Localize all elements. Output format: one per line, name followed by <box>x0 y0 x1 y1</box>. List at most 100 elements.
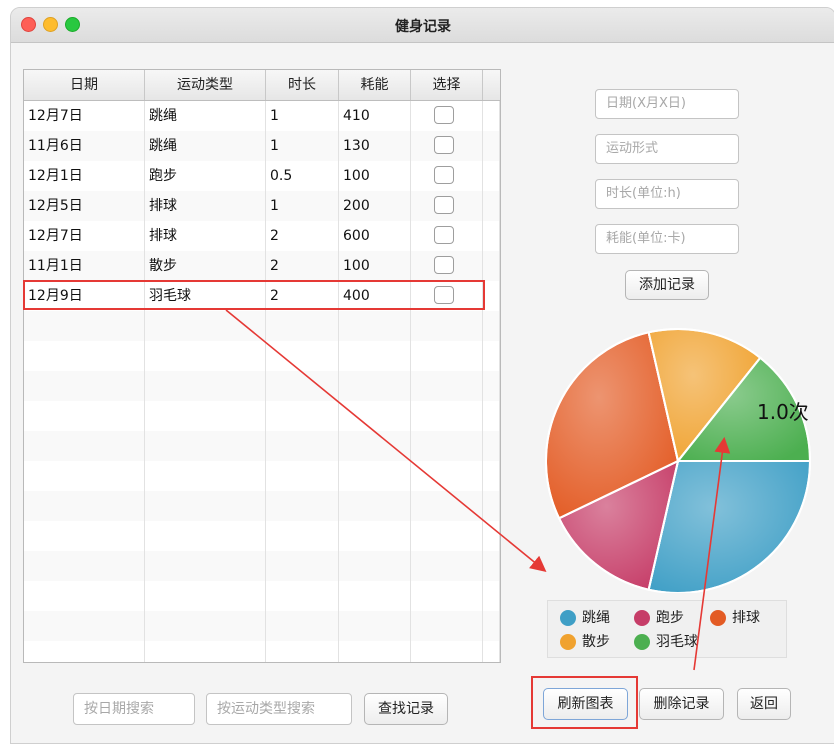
legend-label: 散步 <box>582 634 610 650</box>
cell-empty <box>24 311 145 341</box>
duration-input[interactable]: 时长(单位:h) <box>595 179 739 209</box>
cell-date: 12月5日 <box>24 191 145 221</box>
cell-empty <box>266 341 339 371</box>
cell-type: 散步 <box>145 251 266 281</box>
cell-empty <box>266 491 339 521</box>
cell-empty <box>266 401 339 431</box>
date-input[interactable]: 日期(X月X日) <box>595 89 739 119</box>
legend-label: 跑步 <box>656 610 684 626</box>
cell-empty <box>483 611 500 641</box>
cell-empty <box>411 401 483 431</box>
cell-empty <box>339 371 411 401</box>
table-row[interactable]: 11月1日 散步 2 100 <box>24 251 500 281</box>
chart-legend: 跳绳 跑步 排球 散步 羽毛球 <box>547 600 787 658</box>
row-select-checkbox[interactable] <box>434 136 454 154</box>
cell-empty <box>411 641 483 662</box>
cell-energy: 100 <box>339 161 411 191</box>
header-energy[interactable]: 耗能 <box>339 70 411 100</box>
cell-empty <box>145 461 266 491</box>
cell-empty <box>483 491 500 521</box>
legend-color-dot <box>560 610 576 626</box>
cell-empty <box>145 581 266 611</box>
cell-empty <box>266 461 339 491</box>
empty-table-row <box>24 311 500 341</box>
empty-table-row <box>24 611 500 641</box>
cell-empty <box>145 491 266 521</box>
cell-empty <box>24 581 145 611</box>
cell-empty <box>24 401 145 431</box>
find-record-button[interactable]: 查找记录 <box>364 693 448 725</box>
cell-duration: 1 <box>266 101 339 131</box>
cell-empty <box>411 371 483 401</box>
row-select-checkbox[interactable] <box>434 166 454 184</box>
cell-filler <box>483 131 500 161</box>
header-select[interactable]: 选择 <box>411 70 483 100</box>
cell-energy: 600 <box>339 221 411 251</box>
header-duration[interactable]: 时长 <box>266 70 339 100</box>
cell-empty <box>411 551 483 581</box>
row-select-checkbox[interactable] <box>434 226 454 244</box>
cell-empty <box>339 461 411 491</box>
cell-empty <box>483 641 500 662</box>
cell-empty <box>411 461 483 491</box>
cell-empty <box>483 521 500 551</box>
row-select-checkbox[interactable] <box>434 196 454 214</box>
slice-data-label: 1.0次 <box>757 400 809 424</box>
cell-empty <box>411 611 483 641</box>
table-row[interactable]: 12月1日 跑步 0.5 100 <box>24 161 500 191</box>
empty-table-row <box>24 521 500 551</box>
cell-empty <box>339 311 411 341</box>
table-row[interactable]: 11月6日 跳绳 1 130 <box>24 131 500 161</box>
app-window: 健身记录 日期 运动类型 时长 耗能 选择 12月7日 跳绳 1 410 11月6日 跳绳… <box>10 7 834 744</box>
exercise-type-input[interactable]: 运动形式 <box>595 134 739 164</box>
empty-table-row <box>24 461 500 491</box>
cell-empty <box>339 581 411 611</box>
header-date[interactable]: 日期 <box>24 70 145 100</box>
row-select-checkbox[interactable] <box>434 256 454 274</box>
cell-empty <box>483 371 500 401</box>
cell-energy: 130 <box>339 131 411 161</box>
cell-empty <box>339 431 411 461</box>
cell-type: 排球 <box>145 221 266 251</box>
cell-empty <box>145 311 266 341</box>
cell-filler <box>483 251 500 281</box>
cell-filler <box>483 161 500 191</box>
back-button[interactable]: 返回 <box>737 688 791 720</box>
row-select-checkbox[interactable] <box>434 106 454 124</box>
cell-type: 跳绳 <box>145 131 266 161</box>
cell-empty <box>145 521 266 551</box>
cell-select <box>411 131 483 161</box>
empty-table-row <box>24 581 500 611</box>
title-bar: 健身记录 <box>11 8 834 43</box>
header-type[interactable]: 运动类型 <box>145 70 266 100</box>
cell-empty <box>411 341 483 371</box>
date-search-input[interactable]: 按日期搜索 <box>73 693 195 725</box>
highlight-box-refresh <box>531 676 638 729</box>
cell-empty <box>411 491 483 521</box>
table-row[interactable]: 12月5日 排球 1 200 <box>24 191 500 221</box>
cell-empty <box>339 611 411 641</box>
cell-filler <box>483 191 500 221</box>
cell-empty <box>483 581 500 611</box>
cell-empty <box>483 311 500 341</box>
type-search-input[interactable]: 按运动类型搜索 <box>206 693 352 725</box>
legend-color-dot <box>710 610 726 626</box>
energy-input[interactable]: 耗能(单位:卡) <box>595 224 739 254</box>
cell-select <box>411 191 483 221</box>
cell-type: 排球 <box>145 191 266 221</box>
cell-energy: 410 <box>339 101 411 131</box>
add-record-button[interactable]: 添加记录 <box>625 270 709 300</box>
cell-empty <box>339 641 411 662</box>
cell-empty <box>339 491 411 521</box>
cell-type: 跑步 <box>145 161 266 191</box>
cell-empty <box>411 311 483 341</box>
cell-date: 11月6日 <box>24 131 145 161</box>
records-table[interactable]: 日期 运动类型 时长 耗能 选择 12月7日 跳绳 1 410 11月6日 跳绳 1 130 1… <box>23 69 501 663</box>
cell-empty <box>24 371 145 401</box>
delete-record-button[interactable]: 删除记录 <box>639 688 724 720</box>
cell-date: 12月7日 <box>24 101 145 131</box>
cell-empty <box>145 341 266 371</box>
cell-empty <box>145 641 266 662</box>
table-row[interactable]: 12月7日 排球 2 600 <box>24 221 500 251</box>
table-row[interactable]: 12月7日 跳绳 1 410 <box>24 101 500 131</box>
